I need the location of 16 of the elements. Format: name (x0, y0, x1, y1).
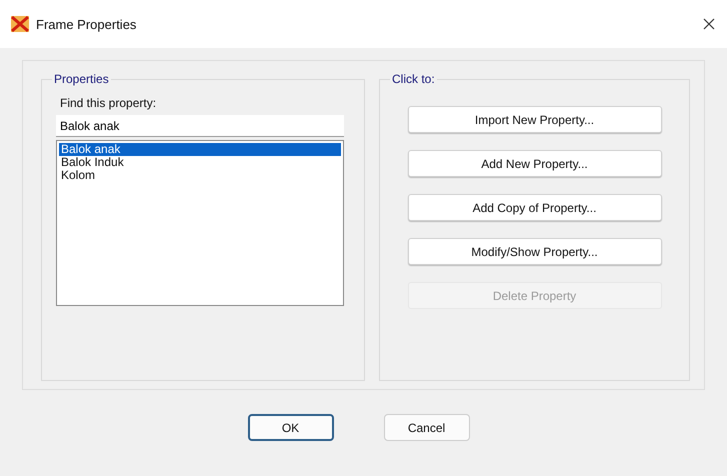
group-label: Properties (52, 72, 111, 86)
group-label: Click to: (390, 72, 437, 86)
close-icon[interactable] (703, 18, 715, 30)
list-item[interactable]: Balok anak (59, 143, 341, 156)
action-button[interactable]: Import New Property... (408, 106, 662, 133)
app-icon (10, 15, 30, 33)
action-button[interactable]: Add Copy of Property... (408, 194, 662, 221)
search-field[interactable]: Balok anak (56, 115, 344, 137)
action-button[interactable]: Add New Property... (408, 150, 662, 177)
list-item[interactable]: Kolom (59, 169, 341, 182)
action-button[interactable]: Modify/Show Property... (408, 238, 662, 265)
dialog-button[interactable]: OK (248, 414, 334, 441)
field-label: Find this property: (60, 96, 158, 110)
dialog-button[interactable]: Cancel (384, 414, 470, 441)
window-title: Frame Properties (36, 16, 138, 32)
list-item[interactable]: Balok Induk (59, 156, 341, 169)
